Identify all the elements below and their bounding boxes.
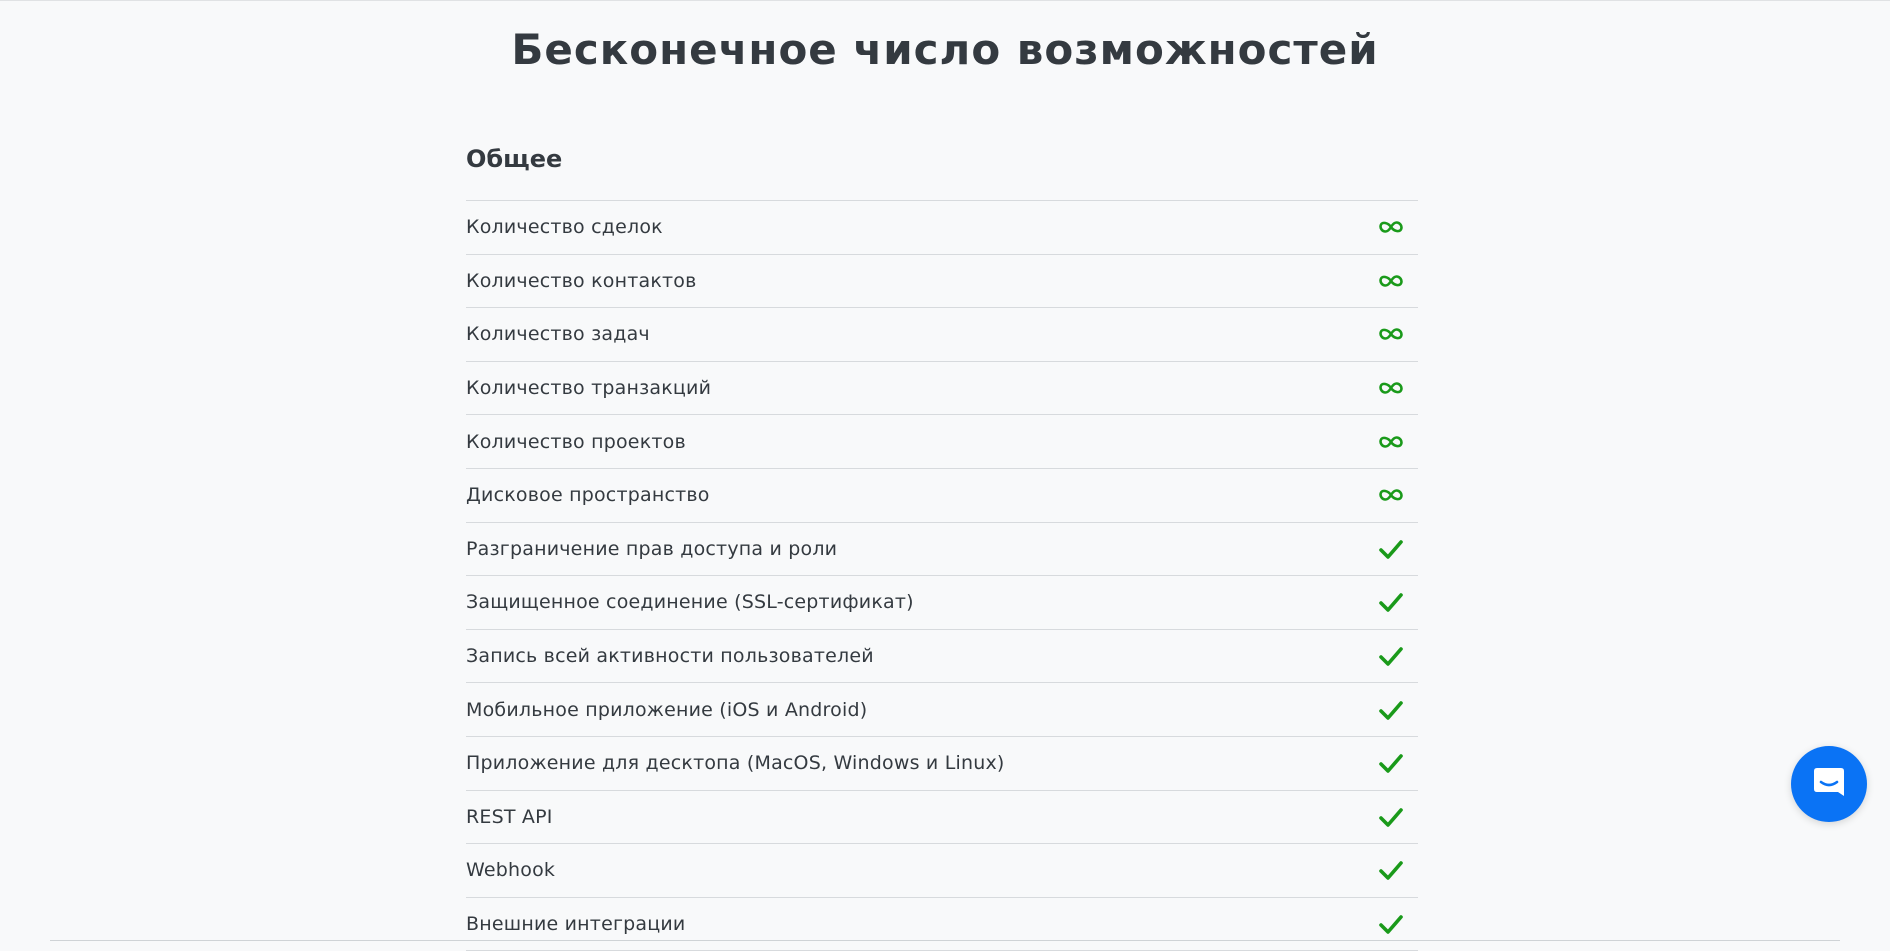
- check-icon: [1370, 645, 1418, 667]
- infinity-icon: [1370, 327, 1418, 341]
- feature-label: Защищенное соединение (SSL-сертификат): [466, 591, 914, 614]
- feature-label: Количество сделок: [466, 216, 663, 239]
- check-icon: [1370, 859, 1418, 881]
- infinity-icon: [1370, 220, 1418, 234]
- feature-row: Приложение для десктопа (MacOS, Windows …: [466, 737, 1418, 791]
- page-title: Бесконечное число возможностей: [511, 25, 1379, 74]
- infinity-icon: [1370, 435, 1418, 449]
- feature-row: Количество сделок: [466, 201, 1418, 255]
- top-divider: [0, 0, 1890, 1]
- chat-launcher-button[interactable]: [1791, 746, 1867, 822]
- feature-row: Количество контактов: [466, 255, 1418, 309]
- feature-label: Дисковое пространство: [466, 484, 710, 507]
- feature-row: Разграничение прав доступа и роли: [466, 523, 1418, 577]
- feature-row: Количество задач: [466, 308, 1418, 362]
- check-icon: [1370, 538, 1418, 560]
- feature-label: Разграничение прав доступа и роли: [466, 537, 838, 560]
- infinity-icon: [1370, 381, 1418, 395]
- check-icon: [1370, 806, 1418, 828]
- check-icon: [1370, 591, 1418, 613]
- feature-row: Запись всей активности пользователей: [466, 630, 1418, 684]
- feature-row: Защищенное соединение (SSL-сертификат): [466, 576, 1418, 630]
- feature-label: Приложение для десктопа (MacOS, Windows …: [466, 752, 1005, 775]
- feature-row: Количество проектов: [466, 415, 1418, 469]
- feature-label: Мобильное приложение (iOS и Android): [466, 698, 868, 721]
- feature-row: Количество транзакций: [466, 362, 1418, 416]
- infinity-icon: [1370, 274, 1418, 288]
- feature-list: Количество сделок Количество контактов К…: [466, 201, 1418, 951]
- check-icon: [1370, 699, 1418, 721]
- chat-bubble-icon: [1809, 762, 1849, 806]
- feature-label: Webhook: [466, 859, 556, 882]
- features-section: Общее Количество сделок Количество конта…: [466, 130, 1418, 951]
- feature-row: Внешние интеграции: [466, 898, 1418, 951]
- feature-label: REST API: [466, 805, 553, 828]
- check-icon: [1370, 913, 1418, 935]
- feature-label: Количество задач: [466, 323, 650, 346]
- feature-label: Внешние интеграции: [466, 913, 686, 936]
- feature-label: Количество транзакций: [466, 377, 712, 400]
- feature-row: Дисковое пространство: [466, 469, 1418, 523]
- infinity-icon: [1370, 488, 1418, 502]
- feature-row: Мобильное приложение (iOS и Android): [466, 683, 1418, 737]
- feature-row: Webhook: [466, 844, 1418, 898]
- check-icon: [1370, 752, 1418, 774]
- feature-label: Количество контактов: [466, 269, 697, 292]
- section-title: Общее: [466, 130, 1418, 201]
- feature-label: Количество проектов: [466, 430, 686, 453]
- feature-label: Запись всей активности пользователей: [466, 645, 874, 668]
- feature-row: REST API: [466, 791, 1418, 845]
